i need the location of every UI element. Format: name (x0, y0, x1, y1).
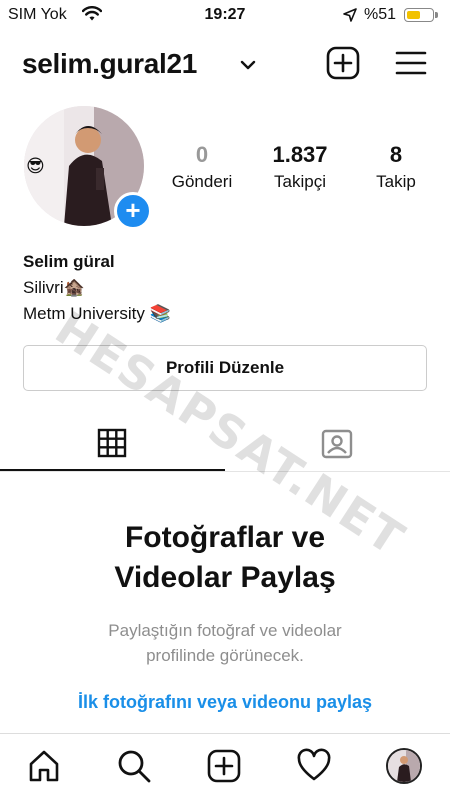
share-first-post-link[interactable]: İlk fotoğrafını veya videonu paylaş (0, 692, 450, 713)
chevron-down-icon[interactable] (240, 58, 256, 76)
empty-title-line-1: Fotoğraflar ve (124, 521, 326, 554)
followers-count: 1.837 (272, 142, 328, 167)
empty-subtitle-line-2: profilinde görünecek. (146, 646, 304, 665)
profile-tab-avatar[interactable] (386, 748, 426, 788)
search-icon[interactable] (116, 748, 156, 788)
tagged-icon (321, 429, 353, 459)
battery-icon (404, 8, 438, 22)
bottom-nav (0, 733, 450, 801)
home-icon[interactable] (26, 748, 66, 788)
menu-icon[interactable] (394, 46, 428, 80)
profile-header: selim.gural21 (0, 40, 450, 90)
battery-percent: %51 (364, 6, 397, 23)
display-name: Selim güral (23, 252, 115, 271)
new-post-icon[interactable] (206, 748, 246, 788)
tab-divider (0, 471, 450, 472)
empty-state-subtitle: Paylaştığın fotoğraf ve videolar profili… (60, 618, 390, 668)
posts-count: 0 (195, 142, 209, 167)
following-stat[interactable]: 8 Takip (356, 142, 436, 192)
add-story-button[interactable]: + (114, 192, 152, 230)
activity-heart-icon[interactable] (296, 748, 336, 788)
tab-tagged[interactable] (225, 420, 450, 472)
location-arrow-icon (343, 8, 357, 27)
following-label: Takip (376, 172, 416, 191)
bio-line-location: Silivri🏚️ (23, 278, 85, 297)
empty-title-line-2: Videolar Paylaş (114, 561, 336, 594)
tab-posts-grid[interactable] (0, 420, 225, 472)
bio-line-university: Metm University 📚 (23, 304, 171, 323)
empty-state-title: Fotoğraflar ve Videolar Paylaş (0, 518, 450, 598)
username-switcher[interactable]: selim.gural21 (22, 48, 197, 80)
grid-icon (97, 428, 127, 458)
profile-bio: Selim güral Silivri🏚️ Metm University 📚 (23, 249, 171, 327)
followers-stat[interactable]: 1.837 Takipçi (256, 142, 344, 192)
followers-label: Takipçi (274, 172, 326, 191)
empty-subtitle-line-1: Paylaştığın fotoğraf ve videolar (108, 621, 342, 640)
following-count: 8 (389, 142, 403, 167)
posts-stat[interactable]: 0 Gönderi (162, 142, 242, 192)
status-bar: SIM Yok 19:27 %51 (0, 0, 450, 30)
profile-avatar-small (386, 748, 422, 784)
profile-avatar-container[interactable]: 😎 + (24, 106, 152, 230)
posts-label: Gönderi (171, 172, 233, 191)
new-post-icon[interactable] (326, 46, 360, 80)
sunglasses-emoji-icon: 😎 (26, 156, 45, 176)
edit-profile-button[interactable]: Profili Düzenle (23, 345, 427, 391)
